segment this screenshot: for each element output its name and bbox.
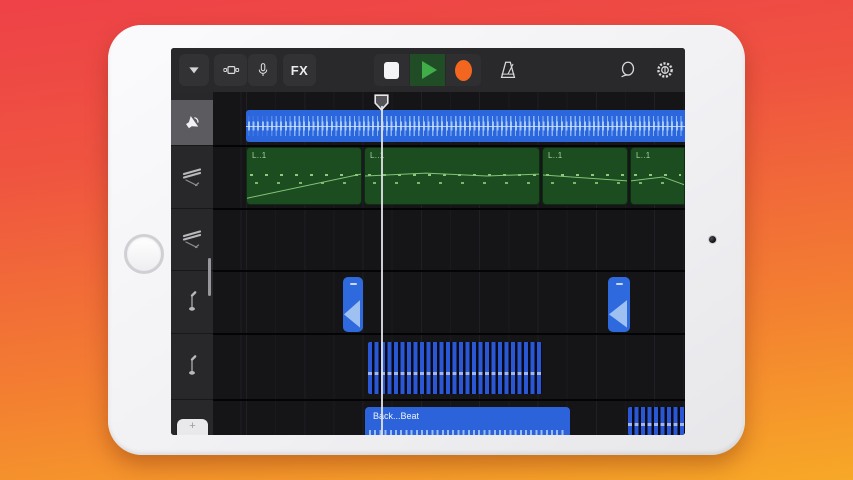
track-scrollbar[interactable] <box>208 258 211 296</box>
strings-bow-icon <box>180 227 204 251</box>
settings-gear-icon <box>654 58 676 82</box>
track-header-strings-2[interactable] <box>171 208 213 271</box>
microphone-icon <box>254 60 272 80</box>
automation-line <box>631 148 684 204</box>
nav-triangle-icon <box>186 62 202 78</box>
loop-browser-icon <box>617 58 639 82</box>
clip-waveform <box>609 300 627 328</box>
strings-bow-icon <box>180 165 204 189</box>
waveform-centerline <box>246 126 685 127</box>
fx-button[interactable]: FX <box>283 54 316 86</box>
audio-waveform-region[interactable] <box>246 110 685 142</box>
row-divider <box>213 399 685 401</box>
chopped-audio-region[interactable] <box>368 342 542 394</box>
playhead-line <box>381 106 383 435</box>
add-track-button[interactable]: + <box>177 419 208 435</box>
clip-label-mark <box>616 283 623 285</box>
playhead-icon <box>374 94 389 111</box>
row-divider <box>213 270 685 272</box>
chopped-audio-region[interactable] <box>628 407 685 435</box>
track-header-mic-2[interactable] <box>171 333 213 400</box>
track-header-strings-1[interactable] <box>171 145 213 209</box>
automation-line <box>543 148 627 204</box>
region-label: Back...Beat <box>373 411 419 421</box>
loop-browser-button[interactable] <box>614 54 642 86</box>
midi-region[interactable]: L..1 <box>542 147 628 205</box>
settings-button[interactable] <box>651 54 679 86</box>
row-divider <box>213 208 685 210</box>
track-view-icon <box>221 61 241 79</box>
garageband-screen: FX <box>171 48 685 435</box>
ipad-bezel: FX <box>108 25 745 455</box>
midi-region[interactable]: L..1 <box>246 147 362 205</box>
track-header-audio[interactable] <box>171 100 213 146</box>
midi-region[interactable]: L..1 <box>364 147 540 205</box>
track-view-button[interactable] <box>214 54 247 86</box>
track-lanes[interactable]: L..1 L..1 L..1 L..1 <box>213 92 685 435</box>
add-track-label: + <box>189 419 195 433</box>
track-header-mic-1[interactable] <box>171 270 213 334</box>
mic-stand-icon <box>181 353 203 379</box>
record-icon <box>455 60 472 81</box>
clip-label-mark <box>350 283 357 285</box>
stop-icon <box>384 62 399 79</box>
front-camera <box>709 236 716 243</box>
nav-triangle-button[interactable] <box>179 54 209 86</box>
beat-region[interactable]: Back...Beat <box>365 407 570 435</box>
stop-button[interactable] <box>374 54 409 86</box>
vocal-clip-region[interactable] <box>608 277 630 332</box>
audio-input-button[interactable] <box>248 54 277 86</box>
metronome-icon <box>497 58 519 82</box>
track-header-column: + <box>171 92 214 435</box>
automation-line <box>365 148 539 204</box>
record-button[interactable] <box>446 54 481 86</box>
midi-region[interactable]: L..1 <box>630 147 685 205</box>
mic-stand-icon <box>181 289 203 315</box>
play-button[interactable] <box>410 54 445 86</box>
play-icon <box>422 61 437 79</box>
automation-line <box>247 148 361 204</box>
waveform-band <box>628 423 685 426</box>
home-button[interactable] <box>124 234 164 274</box>
vocal-clip-region[interactable] <box>343 277 363 332</box>
metronome-button[interactable] <box>493 54 523 86</box>
speaker-icon <box>180 111 204 135</box>
row-divider <box>213 333 685 335</box>
fx-label: FX <box>291 63 309 78</box>
waveform-band <box>369 430 566 435</box>
waveform-band <box>368 372 542 375</box>
playhead-marker[interactable] <box>374 94 389 116</box>
clip-waveform <box>344 300 360 328</box>
toolbar: FX <box>171 48 685 92</box>
